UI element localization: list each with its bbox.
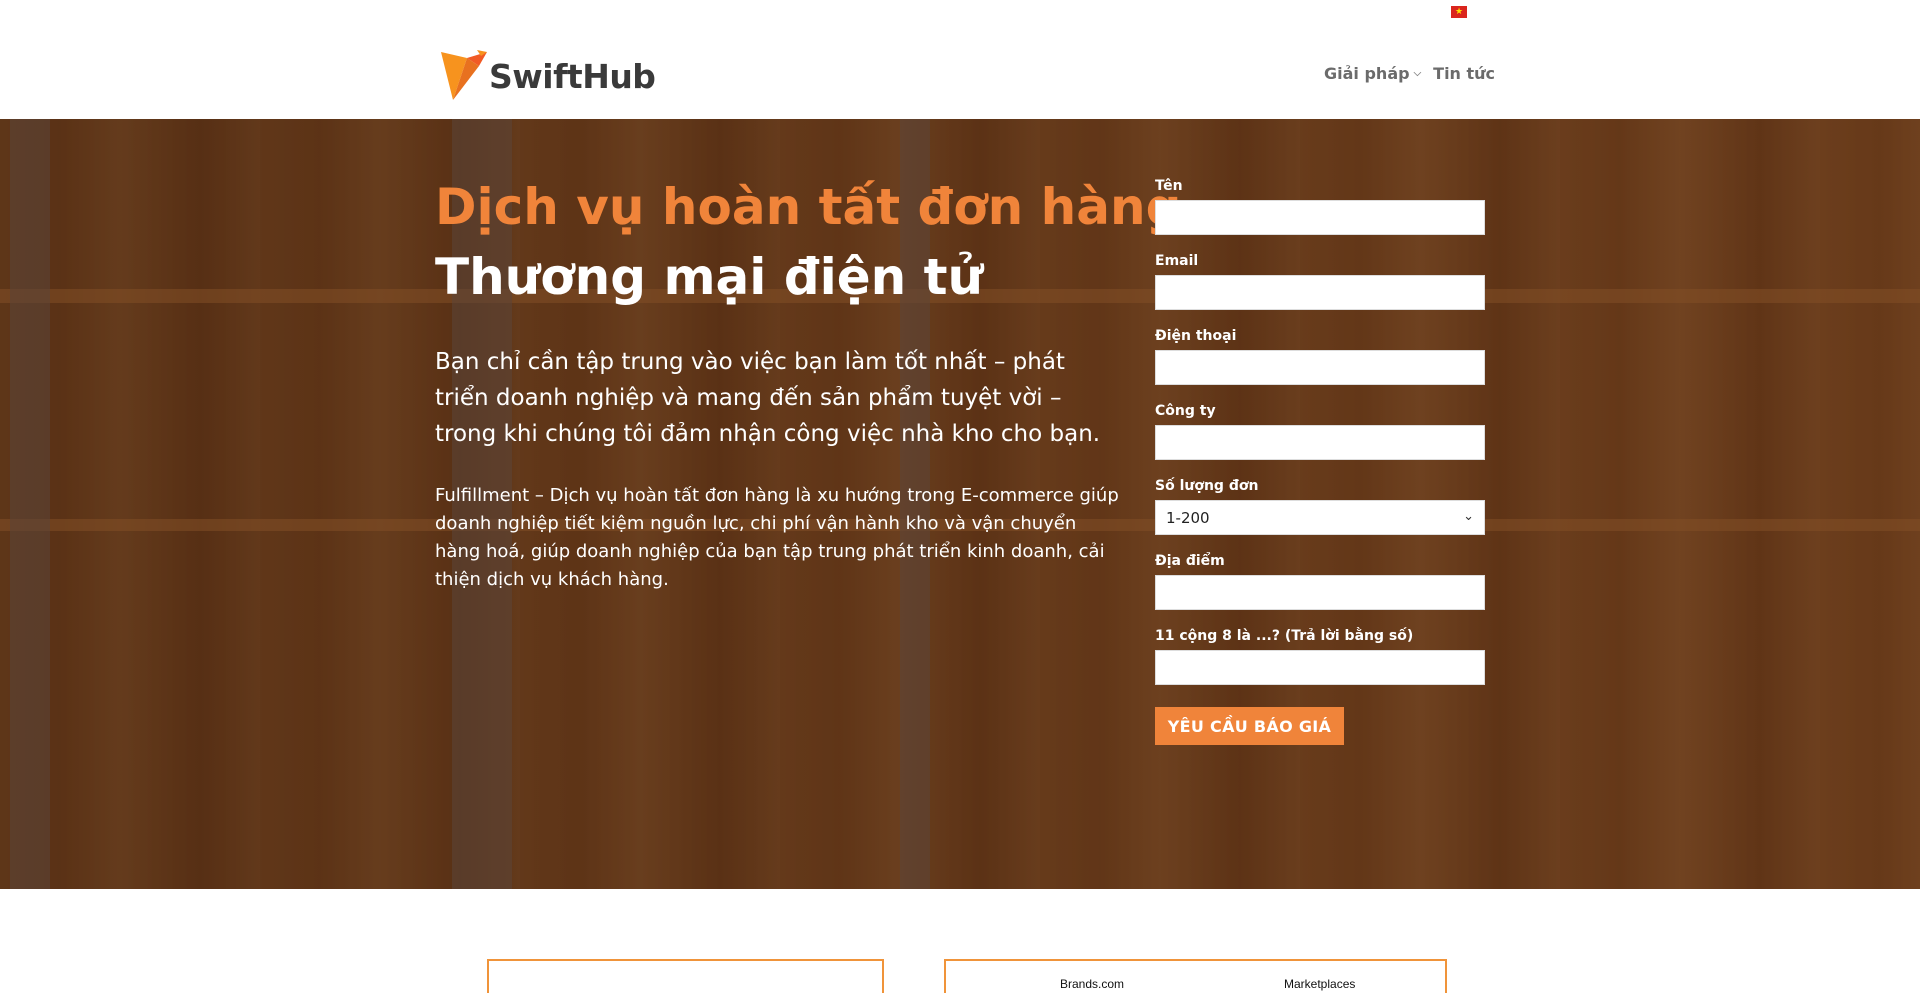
request-quote-button[interactable]: YÊU CẦU BÁO GIÁ [1155,707,1344,745]
hero-title-line1: Dịch vụ hoàn tất đơn hàng [435,178,1182,236]
brand-name: SwiftHub [489,56,656,96]
hero-body: Fulfillment – Dịch vụ hoàn tất đơn hàng … [435,485,1119,590]
swifthub-bird-logo-icon [441,50,487,100]
phone-input[interactable] [1155,350,1485,385]
location-field-group: Địa điểm [1155,553,1485,610]
tab-brands[interactable]: Brands.com [1060,977,1124,991]
name-label: Tên [1155,178,1183,194]
channels-card: Brands.com Marketplaces [944,959,1447,993]
orders-select[interactable]: 1-200 ⌄ [1155,500,1485,535]
chevron-down-icon: ⌵ [1413,68,1422,79]
email-label: Email [1155,253,1199,269]
orders-label: Số lượng đơn [1155,478,1259,494]
site-header: ★ SwiftHub Giải pháp ⌵ Tin tức [0,0,1920,119]
phone-field-group: Điện thoại [1155,328,1485,385]
company-label: Công ty [1155,403,1216,419]
main-nav: Giải pháp ⌵ Tin tức [1324,64,1495,83]
hero-title-line2: Thương mại điện tử [435,248,984,306]
orders-select-value: 1-200 [1166,508,1210,527]
orders-field-group: Số lượng đơn 1-200 ⌄ [1155,478,1485,535]
hero-lead: Bạn chỉ cần tập trung vào việc bạn làm t… [435,349,1101,447]
phone-label: Điện thoại [1155,328,1237,344]
email-input[interactable] [1155,275,1485,310]
captcha-field-group: 11 cộng 8 là ...? (Trả lời bằng số) [1155,628,1485,685]
site-logo[interactable]: SwiftHub [437,48,667,104]
company-input[interactable] [1155,425,1485,460]
vietnam-flag-icon[interactable]: ★ [1451,6,1467,18]
name-input[interactable] [1155,200,1485,235]
location-label: Địa điểm [1155,553,1225,569]
nav-news-label: Tin tức [1433,64,1496,83]
quote-form: Tên Email Điện thoại Công ty Số lượng đơ… [1155,178,1485,745]
chevron-down-icon: ⌄ [1463,509,1474,524]
captcha-label: 11 cộng 8 là ...? (Trả lời bằng số) [1155,628,1414,644]
tab-marketplaces[interactable]: Marketplaces [1284,977,1355,991]
nav-news[interactable]: Tin tức [1433,64,1495,83]
nav-solutions[interactable]: Giải pháp ⌵ [1324,64,1421,83]
feature-card [487,959,884,993]
captcha-input[interactable] [1155,650,1485,685]
nav-solutions-label: Giải pháp [1324,64,1410,83]
email-field-group: Email [1155,253,1485,310]
location-input[interactable] [1155,575,1485,610]
company-field-group: Công ty [1155,403,1485,460]
name-field-group: Tên [1155,178,1485,235]
